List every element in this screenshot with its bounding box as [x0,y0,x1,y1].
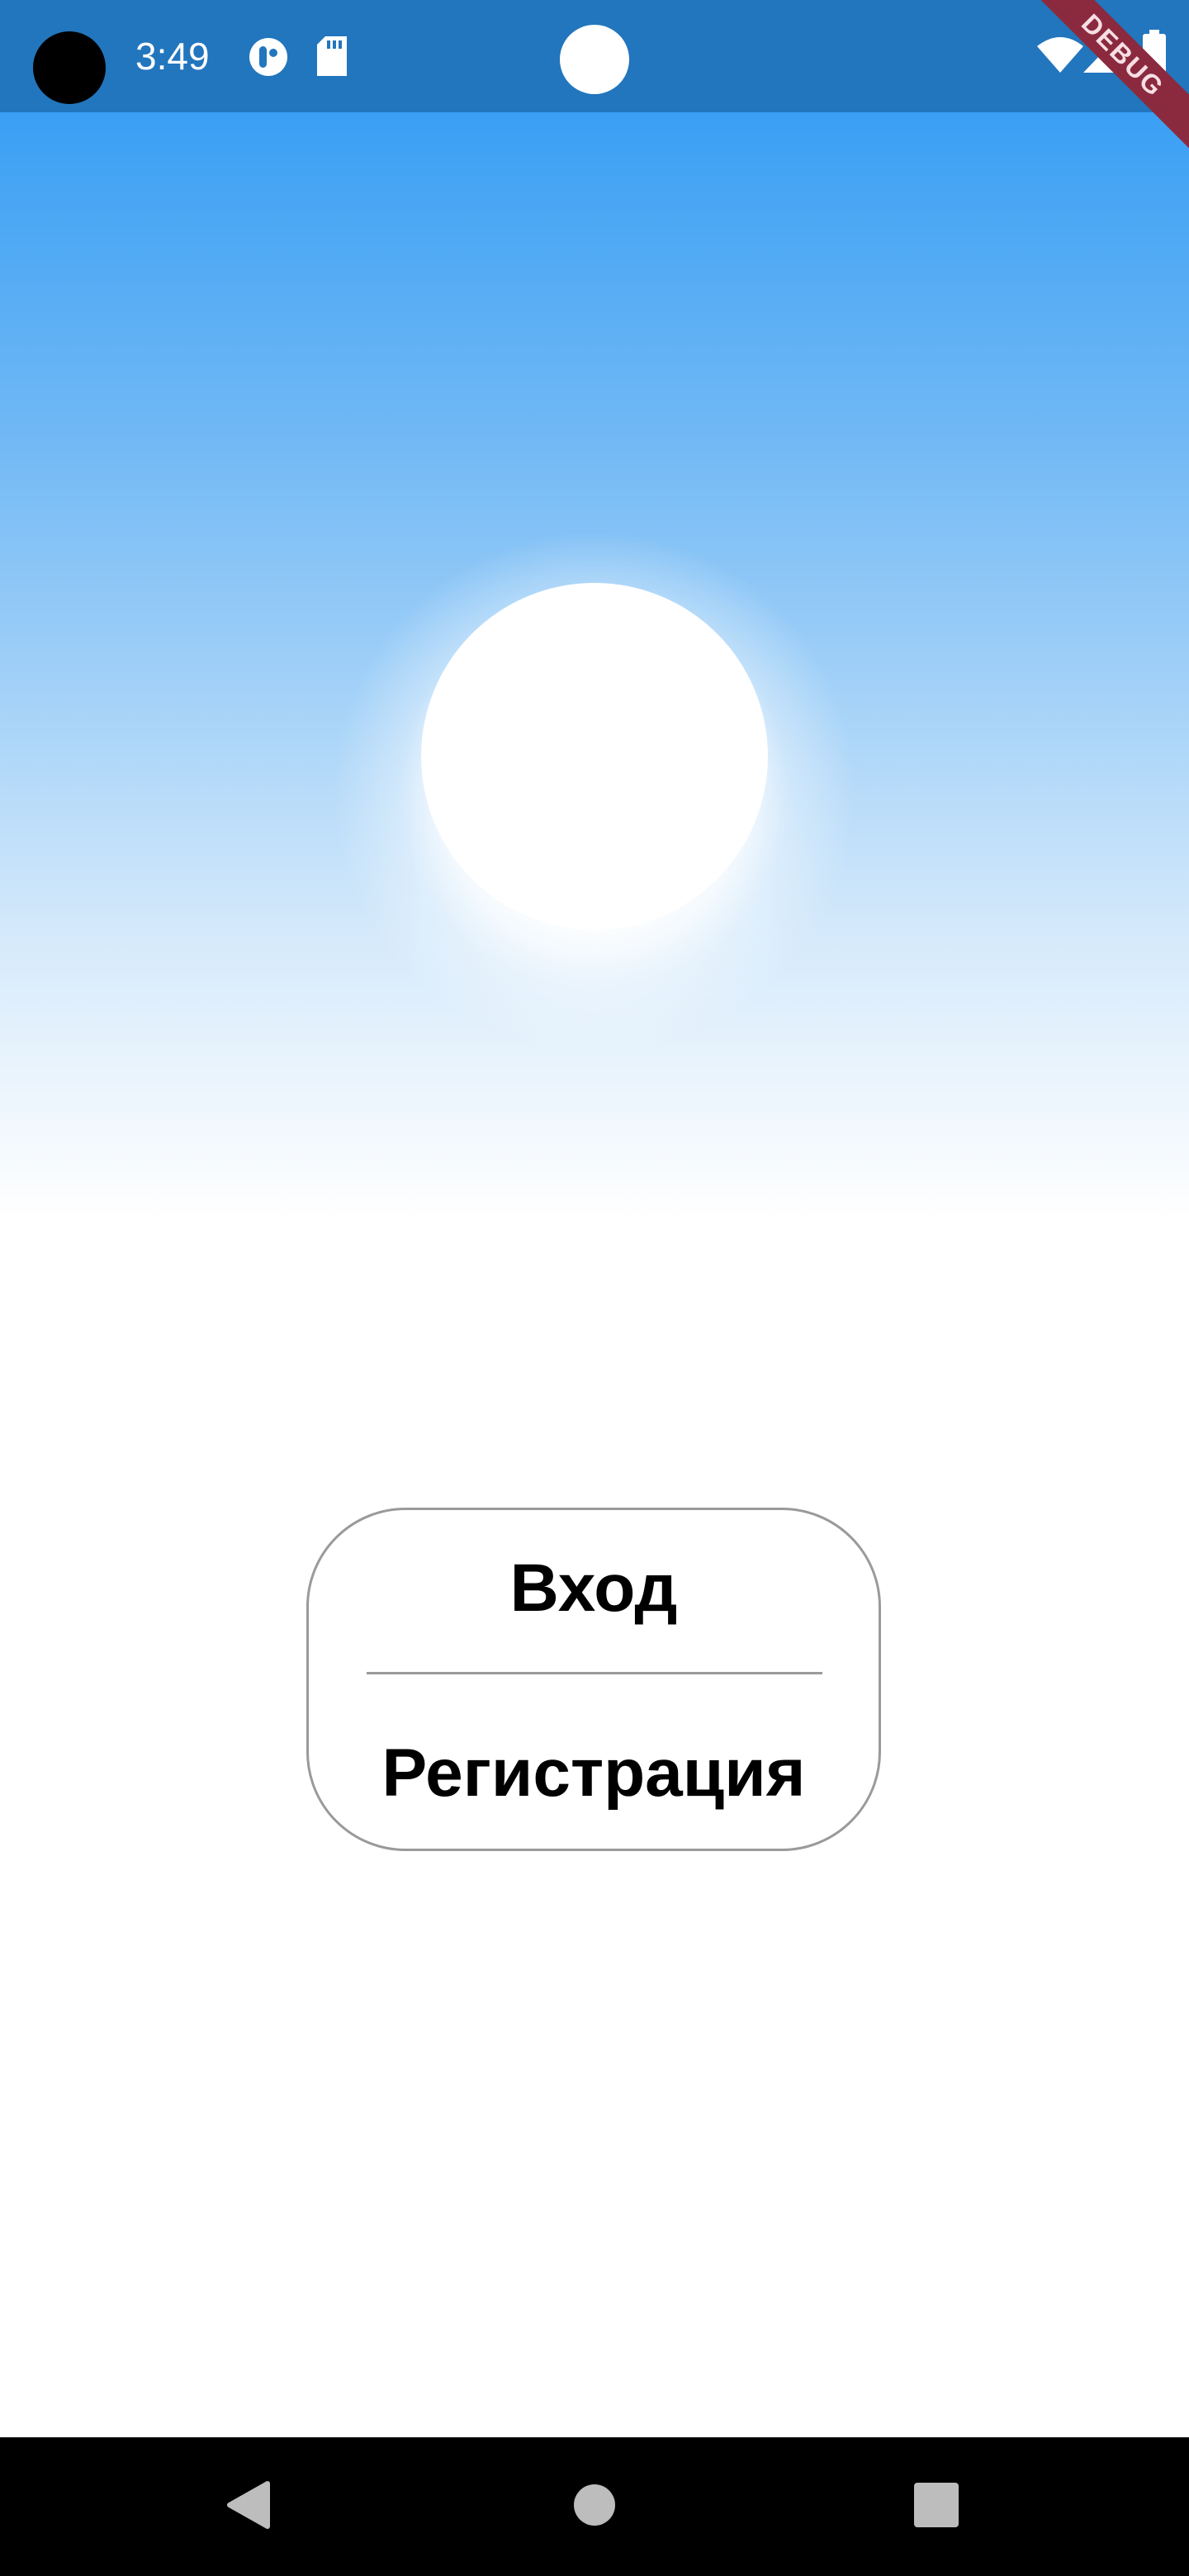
camera-cutout [33,31,106,104]
home-button[interactable] [512,2437,677,2576]
home-icon [573,2484,616,2531]
app-screen: 3:49 DEBUG Вход Регистрация [0,0,1189,2576]
status-bar: 3:49 [0,0,1189,112]
wifi-icon [1037,36,1083,77]
sun-icon [421,583,768,930]
auth-divider [367,1672,822,1674]
navigation-bar [0,2437,1189,2576]
recents-button[interactable] [854,2437,1019,2576]
sd-card-icon [317,36,347,80]
center-status-dot [560,25,629,94]
auth-card: Вход Регистрация [306,1508,881,1851]
back-icon [225,2480,271,2534]
register-button[interactable]: Регистрация [309,1728,879,1819]
back-button[interactable] [165,2437,330,2576]
recents-icon [914,2482,959,2531]
status-time: 3:49 [135,35,210,78]
pill-app-icon [248,36,289,82]
login-button[interactable]: Вход [309,1543,879,1634]
